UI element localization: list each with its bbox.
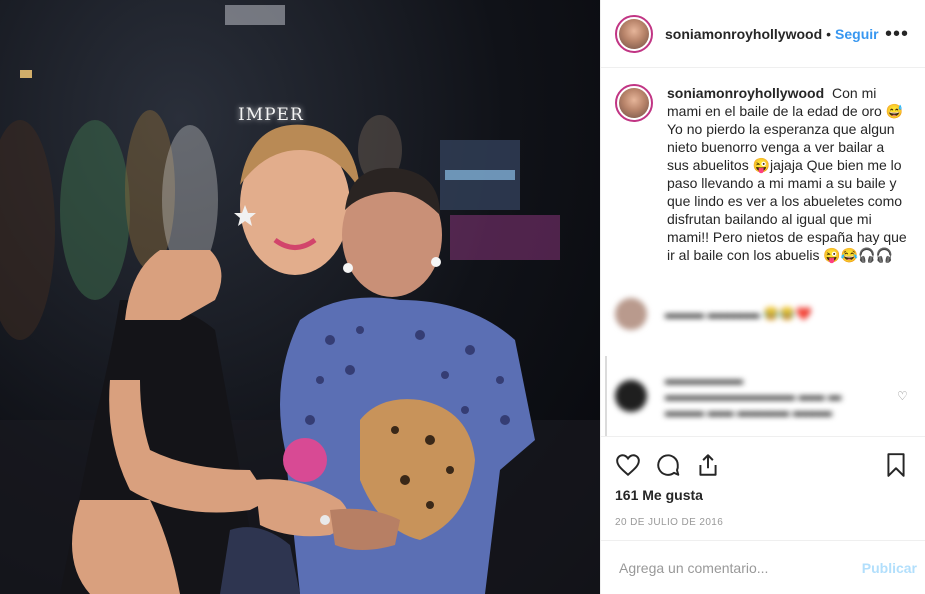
caption: soniamonroyhollywood Con mi mami en el b… (615, 84, 909, 264)
caption-text-block: soniamonroyhollywood Con mi mami en el b… (667, 84, 909, 264)
neon-sign-text: IMPER (238, 105, 304, 125)
comment-item: ▬▬▬ ▬▬▬▬ 😂😂❤️ (615, 298, 909, 330)
avatar-image (619, 88, 649, 118)
caption-avatar[interactable] (615, 84, 653, 122)
post-sidebar: soniamonroyhollywood • Seguir ••• soniam… (600, 0, 925, 594)
add-comment-bar: Publicar (601, 540, 925, 594)
comment-avatar[interactable] (615, 380, 647, 412)
post-photo[interactable]: IMPER (0, 0, 600, 594)
post-actions: 161 Me gusta 20 DE JULIO DE 2016 (601, 436, 925, 540)
header-username[interactable]: soniamonroyhollywood (665, 26, 822, 42)
bookmark-icon[interactable] (883, 452, 909, 478)
caption-text: Con mi mami en el baile de la edad de or… (667, 85, 907, 263)
comment-text-blurred: ▬▬▬ ▬▬▬▬ 😂😂❤️ (665, 306, 812, 321)
comments-section: soniamonroyhollywood Con mi mami en el b… (601, 68, 925, 436)
follow-button[interactable]: Seguir (835, 26, 879, 42)
share-icon[interactable] (695, 452, 721, 478)
heart-icon[interactable] (615, 452, 641, 478)
publish-button[interactable]: Publicar (862, 560, 917, 576)
avatar-image (619, 18, 649, 49)
blurred-timestamp (667, 274, 909, 292)
comment-avatar[interactable] (615, 298, 647, 330)
post-header: soniamonroyhollywood • Seguir ••• (601, 0, 925, 68)
header-separator: • (826, 25, 832, 42)
comment-icon[interactable] (655, 452, 681, 478)
comment-item: ▬▬▬▬▬▬ ▬▬▬▬▬▬▬▬▬▬ ▬▬ ▬ ▬▬▬ ▬▬ ▬▬▬▬ ▬▬▬ (615, 372, 909, 420)
post: IMPER soniamonroyhollywood • Seguir ••• … (0, 0, 925, 594)
likes-count[interactable]: 161 Me gusta (615, 487, 909, 503)
avatar[interactable] (615, 14, 653, 53)
blurred-comments: ▬▬▬ ▬▬▬▬ 😂😂❤️ ▬▬▬▬▬▬ ▬▬▬▬▬▬▬▬▬▬ ▬▬ ▬ ▬▬▬ ▬… (615, 274, 909, 420)
caption-username[interactable]: soniamonroyhollywood (667, 85, 824, 101)
comment-text-blurred: ▬▬▬▬▬▬ ▬▬▬▬▬▬▬▬▬▬ ▬▬ ▬ ▬▬▬ ▬▬ ▬▬▬▬ ▬▬▬ (665, 372, 842, 419)
blurred-timestamp (667, 340, 909, 358)
more-icon[interactable]: ••• (885, 24, 909, 44)
comments-scrollbar[interactable] (605, 356, 607, 436)
action-icons (615, 445, 909, 485)
photo-illustration (0, 5, 600, 594)
comment-input[interactable] (617, 558, 862, 577)
comment-like-heart-icon[interactable]: ♡ (897, 390, 909, 402)
post-date[interactable]: 20 DE JULIO DE 2016 (615, 517, 909, 528)
